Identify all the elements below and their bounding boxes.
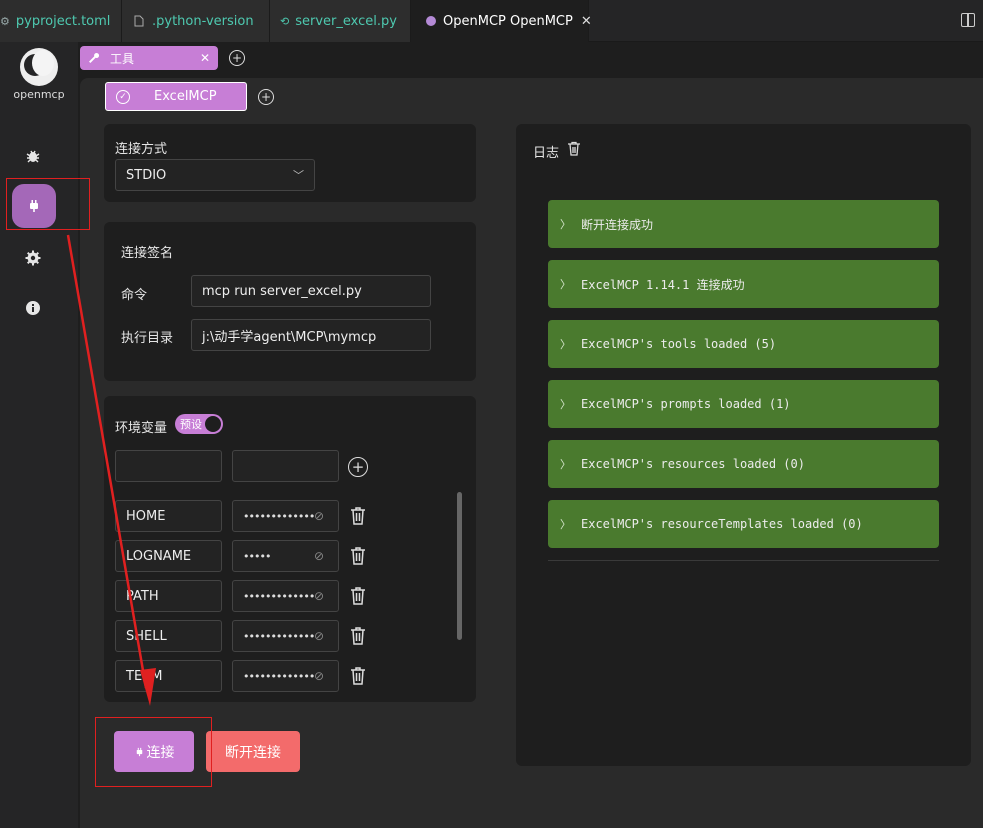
wrench-icon bbox=[89, 52, 100, 63]
new-env-key-input[interactable] bbox=[115, 450, 222, 482]
log-item[interactable]: 〉 ExcelMCP's tools loaded (5) bbox=[548, 320, 939, 368]
chevron-right-icon: 〉 bbox=[560, 278, 571, 291]
log-item[interactable]: 〉 ExcelMCP's resources loaded (0) bbox=[548, 440, 939, 488]
cwd-input[interactable]: j:\动手学agent\MCP\mymcp bbox=[191, 319, 431, 351]
editor-tab-openmcp[interactable]: OpenMCP OpenMCP ✕ bbox=[411, 0, 592, 42]
connection-method-label: 连接方式 bbox=[115, 142, 168, 157]
python-file-icon: ⟲ bbox=[280, 14, 290, 28]
env-scrollbar[interactable] bbox=[457, 492, 462, 640]
sidebar-item-debug[interactable] bbox=[22, 145, 44, 167]
trash-icon[interactable] bbox=[349, 546, 367, 566]
check-circle-icon: ✓ bbox=[116, 89, 130, 104]
trash-icon[interactable] bbox=[349, 626, 367, 646]
toggle-knob bbox=[205, 416, 221, 432]
eye-off-icon[interactable]: ⊘ bbox=[314, 589, 328, 603]
env-vars-label: 环境变量 bbox=[115, 421, 168, 436]
env-value-home[interactable]: ••••••••••••• ⊘ bbox=[232, 500, 339, 532]
split-editor-icon[interactable] bbox=[961, 13, 975, 27]
annotation-box-connect bbox=[95, 717, 212, 787]
app-name: openmcp bbox=[13, 88, 65, 101]
new-env-value-input[interactable] bbox=[232, 450, 339, 482]
editor-tab-label: pyproject.toml bbox=[15, 13, 111, 29]
env-value-text: ••••••••••••• bbox=[243, 669, 315, 683]
log-divider bbox=[548, 560, 939, 561]
editor-tab-label: server_excel.py bbox=[295, 13, 397, 29]
env-key-logname[interactable]: LOGNAME bbox=[115, 540, 222, 572]
settings-gear-icon bbox=[25, 250, 41, 266]
signature-label: 连接签名 bbox=[121, 246, 174, 261]
chevron-right-icon: 〉 bbox=[560, 338, 571, 351]
editor-tab-label: OpenMCP OpenMCP bbox=[443, 13, 573, 29]
command-label: 命令 bbox=[121, 288, 148, 303]
trash-icon[interactable] bbox=[349, 586, 367, 606]
env-value-shell[interactable]: ••••••••••••• ⊘ bbox=[232, 620, 339, 652]
annotation-box-sidebar bbox=[6, 178, 90, 230]
log-item-text: 断开连接成功 bbox=[581, 217, 654, 232]
env-key-shell[interactable]: SHELL bbox=[115, 620, 222, 652]
server-tab-label: ExcelMCP bbox=[154, 89, 217, 104]
connection-method-select[interactable]: STDIO ﹀ bbox=[115, 159, 315, 191]
log-item-text: ExcelMCP's tools loaded (5) bbox=[581, 337, 777, 351]
clear-log-icon[interactable] bbox=[567, 141, 581, 157]
chevron-right-icon: 〉 bbox=[560, 518, 571, 531]
env-value-term[interactable]: ••••••••••••• ⊘ bbox=[232, 660, 339, 692]
log-title: 日志 bbox=[533, 146, 560, 161]
log-item-text: ExcelMCP's resources loaded (0) bbox=[581, 457, 805, 471]
preset-label: 预设 bbox=[180, 418, 202, 431]
close-icon[interactable]: ✕ bbox=[581, 14, 592, 29]
openmcp-icon bbox=[425, 14, 437, 28]
eye-off-icon[interactable]: ⊘ bbox=[314, 509, 328, 523]
chevron-down-icon: ﹀ bbox=[293, 169, 304, 182]
env-key-term[interactable]: TERM bbox=[115, 660, 222, 692]
editor-tab-python-version[interactable]: .python-version bbox=[122, 0, 270, 42]
editor-tab-server-excel[interactable]: ⟲ server_excel.py bbox=[270, 0, 411, 42]
info-icon bbox=[26, 301, 40, 315]
env-key-path[interactable]: PATH bbox=[115, 580, 222, 612]
trash-icon[interactable] bbox=[349, 506, 367, 526]
disconnect-button[interactable]: 断开连接 bbox=[206, 731, 300, 772]
log-item-text: ExcelMCP 1.14.1 连接成功 bbox=[581, 277, 745, 292]
preset-toggle[interactable]: 预设 bbox=[175, 414, 223, 434]
log-item-text: ExcelMCP's resourceTemplates loaded (0) bbox=[581, 517, 863, 531]
add-server-icon[interactable]: + bbox=[258, 89, 274, 105]
log-item[interactable]: 〉断开连接成功 bbox=[548, 200, 939, 248]
cwd-label: 执行目录 bbox=[121, 331, 174, 346]
log-item[interactable]: 〉 ExcelMCP's resourceTemplates loaded (0) bbox=[548, 500, 939, 548]
add-env-icon[interactable]: + bbox=[348, 457, 368, 477]
tab-server-excelmcp[interactable]: ✓ ExcelMCP bbox=[105, 82, 247, 111]
tab-tools[interactable]: 工具 ✕ bbox=[80, 46, 218, 70]
env-value-text: ••••••••••••• bbox=[243, 589, 315, 603]
editor-tab-pyproject[interactable]: ⚙ pyproject.toml bbox=[0, 0, 122, 42]
gear-icon: ⚙ bbox=[0, 14, 10, 28]
file-icon bbox=[132, 14, 146, 28]
env-value-text: ••••••••••••• bbox=[243, 629, 315, 643]
trash-icon[interactable] bbox=[349, 666, 367, 686]
editor-tab-strip: ⚙ pyproject.toml .python-version ⟲ serve… bbox=[0, 0, 983, 42]
close-icon[interactable]: ✕ bbox=[200, 51, 210, 65]
env-value-text: ••••• bbox=[243, 549, 271, 563]
log-item-text: ExcelMCP's prompts loaded (1) bbox=[581, 397, 791, 411]
eye-off-icon[interactable]: ⊘ bbox=[314, 669, 328, 683]
sidebar-item-settings[interactable] bbox=[22, 247, 44, 269]
eye-off-icon[interactable]: ⊘ bbox=[314, 549, 328, 563]
log-item[interactable]: 〉 ExcelMCP 1.14.1 连接成功 bbox=[548, 260, 939, 308]
log-item[interactable]: 〉 ExcelMCP's prompts loaded (1) bbox=[548, 380, 939, 428]
env-key-home[interactable]: HOME bbox=[115, 500, 222, 532]
openmcp-logo bbox=[20, 48, 58, 86]
eye-off-icon[interactable]: ⊘ bbox=[314, 629, 328, 643]
env-value-logname[interactable]: ••••• ⊘ bbox=[232, 540, 339, 572]
bug-icon bbox=[26, 150, 40, 163]
env-value-text: ••••••••••••• bbox=[243, 509, 315, 523]
command-input[interactable]: mcp run server_excel.py bbox=[191, 275, 431, 307]
chevron-right-icon: 〉 bbox=[560, 398, 571, 411]
env-value-path[interactable]: ••••••••••••• ⊘ bbox=[232, 580, 339, 612]
editor-tab-label: .python-version bbox=[152, 13, 254, 29]
sidebar-item-about[interactable] bbox=[22, 297, 44, 319]
connection-method-value: STDIO bbox=[126, 167, 167, 183]
tab-tools-label: 工具 bbox=[110, 51, 135, 66]
chevron-right-icon: 〉 bbox=[560, 218, 571, 231]
chevron-right-icon: 〉 bbox=[560, 458, 571, 471]
add-tab-icon[interactable]: + bbox=[229, 50, 245, 66]
